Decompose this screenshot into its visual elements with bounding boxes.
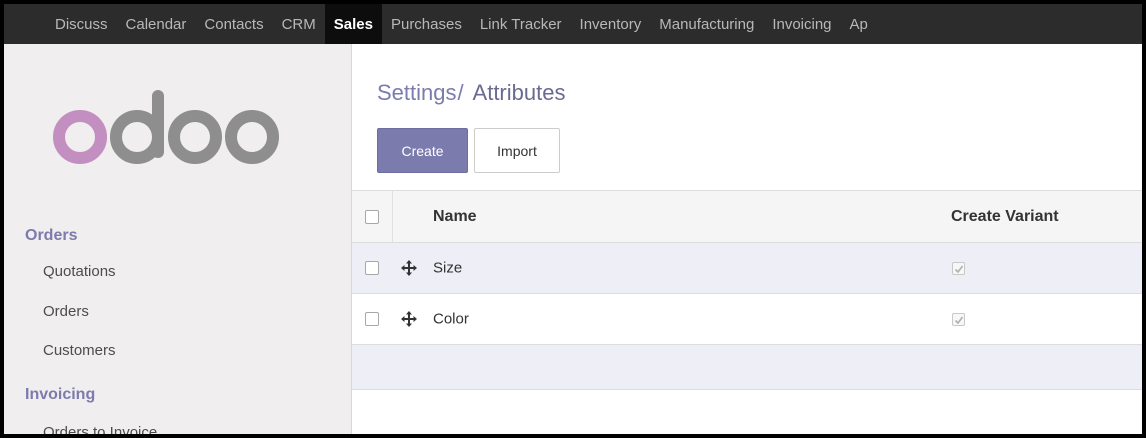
main-content: Settings/ Attributes Create Import Name … [352,44,1142,434]
sidebar-item-orders-to-invoice[interactable]: Orders to Invoice [43,424,157,434]
sidebar-item-orders[interactable]: Orders [43,303,89,320]
check-icon [954,265,964,274]
empty-row [352,345,1142,390]
table-row[interactable]: Size [352,243,1142,294]
sidebar-item-quotations[interactable]: Quotations [43,263,116,280]
list-footer-divider [352,434,1142,436]
breadcrumb-current: Attributes [472,80,566,105]
empty-row [352,390,1142,434]
table-row[interactable]: Color [352,294,1142,345]
menu-contacts[interactable]: Contacts [195,4,272,44]
column-divider [392,191,393,242]
menu-purchases[interactable]: Purchases [382,4,471,44]
breadcrumb-settings[interactable]: Settings [377,80,457,105]
menu-apps[interactable]: Ap [841,4,877,44]
cell-attribute-name: Size [433,259,463,277]
attributes-list: Name Create Variant Size Color [352,190,1142,434]
odoo-logo[interactable] [53,88,283,164]
select-all-checkbox[interactable] [365,209,379,224]
breadcrumb: Settings/ Attributes [377,80,565,106]
menu-manufacturing[interactable]: Manufacturing [650,4,763,44]
column-header-name[interactable]: Name [433,208,477,226]
sidebar-section-invoicing: Invoicing [25,386,96,403]
create-variant-checkbox [952,313,965,326]
menu-discuss[interactable]: Discuss [46,4,117,44]
menu-sales[interactable]: Sales [324,4,382,44]
menu-invoicing[interactable]: Invoicing [763,4,840,44]
menu-calendar[interactable]: Calendar [117,4,196,44]
row-checkbox[interactable] [365,261,379,275]
drag-handle-icon[interactable] [399,258,419,278]
sidebar-section-orders: Orders [25,227,78,244]
sidebar-item-customers[interactable]: Customers [43,342,116,359]
breadcrumb-separator: / [457,80,464,105]
import-button[interactable]: Import [474,128,560,173]
menu-link-tracker[interactable]: Link Tracker [471,4,571,44]
menu-crm[interactable]: CRM [273,4,325,44]
row-checkbox[interactable] [365,312,379,326]
top-menu-bar: Discuss Calendar Contacts CRM Sales Purc… [4,4,1142,44]
column-header-create-variant[interactable]: Create Variant [951,208,1059,226]
list-header: Name Create Variant [352,191,1142,243]
create-button[interactable]: Create [377,128,468,173]
cell-attribute-name: Color [433,310,469,328]
sidebar: Orders Quotations Orders Customers Invoi… [4,44,352,434]
check-icon [954,316,964,325]
create-variant-checkbox [952,262,965,275]
drag-handle-icon[interactable] [399,309,419,329]
menu-inventory[interactable]: Inventory [571,4,651,44]
app-window: Discuss Calendar Contacts CRM Sales Purc… [0,0,1146,438]
